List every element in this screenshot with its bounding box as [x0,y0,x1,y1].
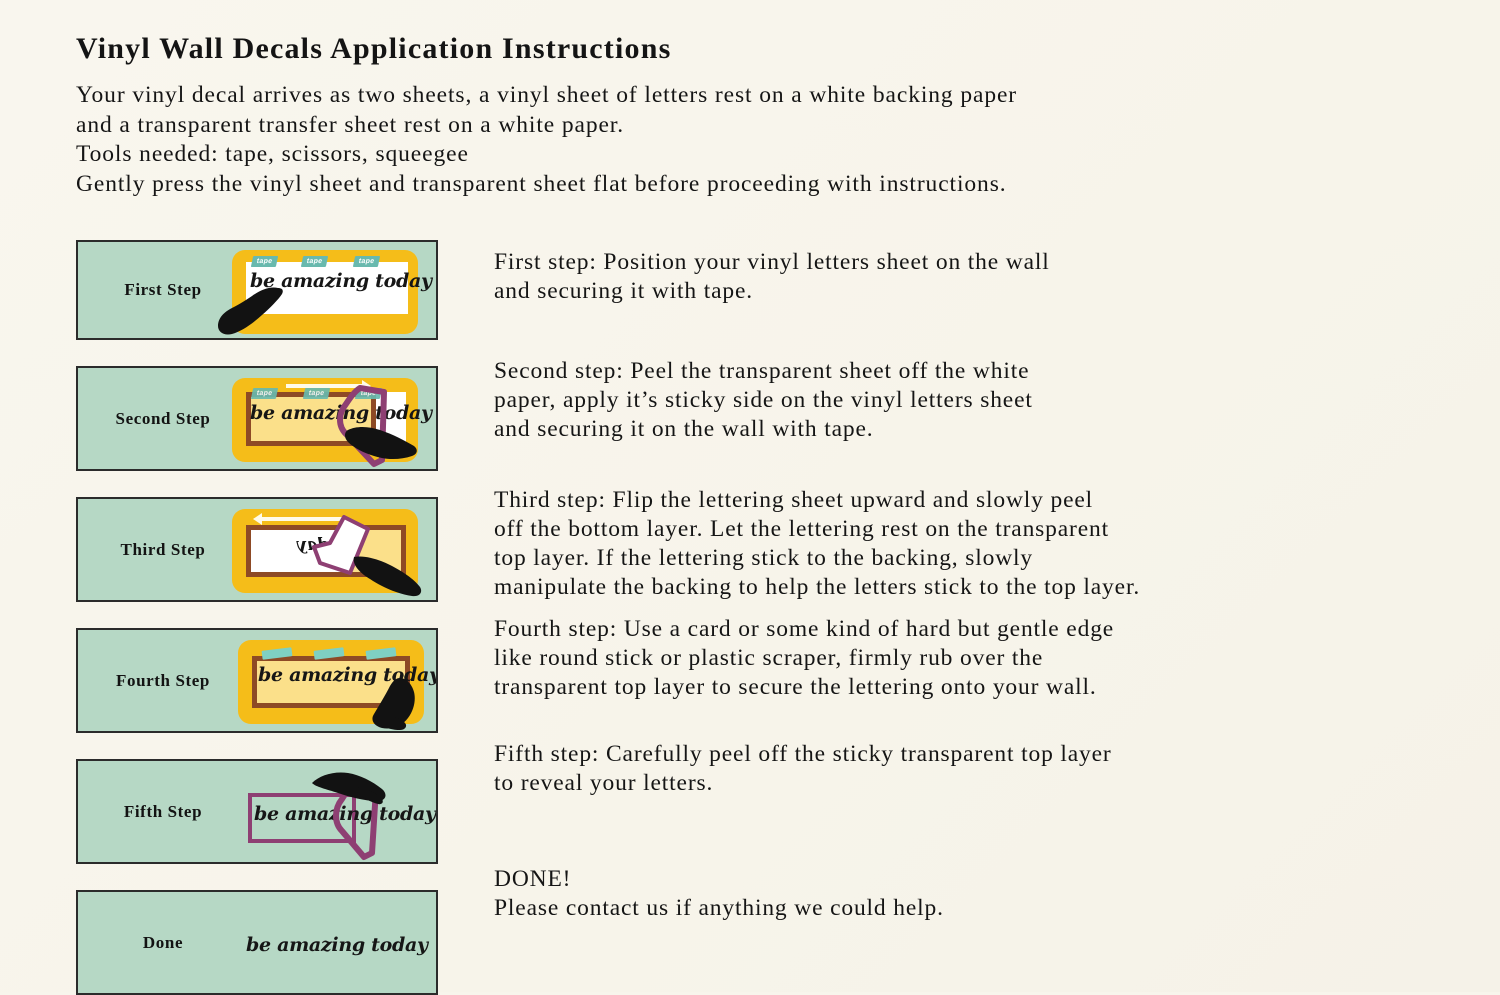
instruction-second: Second step: Peel the transparent sheet … [494,357,1033,444]
instruction-line: and securing it with tape. [494,278,753,304]
intro-paragraph: Your vinyl decal arrives as two sheets, … [76,81,1436,199]
instruction-line: and securing it on the wall with tape. [494,416,874,442]
page-title: Vinyl Wall Decals Application Instructio… [76,32,672,65]
intro-line-2: and a transparent transfer sheet rest on… [76,111,625,138]
instruction-line: top layer. If the lettering stick to the… [494,545,1034,571]
step-panel-second: Second Step be amazing today tape tape t… [76,366,438,471]
instruction-fifth: Fifth step: Carefully peel off the stick… [494,740,1112,798]
instruction-line: Third step: Flip the lettering sheet upw… [494,487,1094,513]
step-panel-third: Third Step today [76,497,438,602]
step-illustration-first: be amazing today tape tape tape [218,242,436,338]
step-panel-label-done: Done [142,932,184,952]
intro-line-3: Tools needed: tape, scissors, squeegee [76,141,469,167]
document-header: Vinyl Wall Decals Application Instructio… [76,32,1436,199]
pointing-hand-icon [218,287,283,335]
instruction-sheet: Vinyl Wall Decals Application Instructio… [0,0,1500,995]
tape-label-icon: tape [352,256,381,267]
pointing-hand-icon [312,772,386,805]
instruction-line: Second step: Peel the transparent sheet … [494,358,1030,384]
step-illustration-second: be amazing today tape tape tape [224,368,436,469]
step-illustration-done: be amazing today [224,892,436,993]
instruction-third: Third step: Flip the lettering sheet upw… [494,486,1140,602]
done-heading: DONE! [494,866,572,892]
instruction-line: manipulate the backing to help the lette… [494,574,1141,600]
step-illustration-fourth: be amazing today [224,630,436,731]
instruction-line: Fifth step: Carefully peel off the stick… [494,741,1112,767]
instruction-line: transparent top layer to secure the lett… [494,674,1097,700]
instruction-line: paper, apply it’s sticky side on the vin… [494,387,1033,413]
instruction-line: First step: Position your vinyl letters … [494,249,1050,275]
tape-label-icon: tape [250,388,279,399]
direction-arrow-head-icon [253,513,262,525]
decal-script-text: be amazing today [246,934,428,956]
step-illustration-third: today [224,499,436,600]
step-panel-label-second: Second Step [115,408,211,428]
step-panel-label-fourth: Fourth Step [116,670,210,690]
step-illustrations-column: First Step be amazing today tape tape ta… [76,240,440,995]
instruction-fourth: Fourth step: Use a card or some kind of … [494,615,1114,702]
instruction-line: Fourth step: Use a card or some kind of … [494,616,1115,642]
step-panel-first: First Step be amazing today tape tape ta… [76,240,438,340]
hand-with-card-icon [372,678,415,730]
pointing-hand-icon [345,427,417,459]
instruction-line: to reveal your letters. [494,770,714,796]
step-panel-fourth: Fourth Step be amazing today [76,628,438,733]
step-panel-label-third: Third Step [120,539,206,559]
instruction-done: DONE! Please contact us if anything we c… [494,865,944,923]
step-illustration-fifth: be amazing today [224,761,436,862]
step-panel-done: Done be amazing today [76,890,438,995]
instruction-line: off the bottom layer. Let the lettering … [494,516,1109,542]
step-panel-fifth: Fifth Step be amazing today [76,759,438,864]
instruction-first: First step: Position your vinyl letters … [494,248,1050,306]
tape-label-icon: tape [300,256,329,267]
pointing-hand-icon [353,556,422,597]
step-panel-label-fifth: Fifth Step [123,801,203,821]
intro-line-1: Your vinyl decal arrives as two sheets, … [76,82,1018,108]
contact-line: Please contact us if anything we could h… [494,895,944,921]
tape-label-icon: tape [250,256,279,267]
intro-line-4: Gently press the vinyl sheet and transpa… [76,170,1007,197]
instruction-line: like round stick or plastic scraper, fir… [494,645,1044,671]
